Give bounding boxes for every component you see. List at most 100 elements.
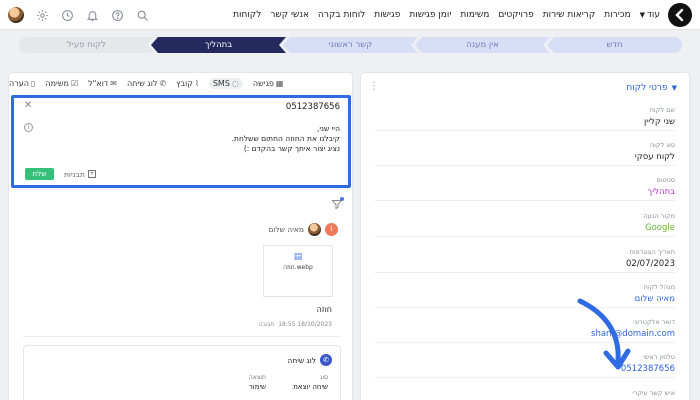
field-label: איש קשר עיקרי	[632, 389, 675, 397]
nav-service-calls[interactable]: קריאות שירות	[543, 10, 596, 20]
call-result-label: תוצאה	[248, 374, 266, 381]
mail-icon: ✉	[110, 78, 117, 88]
field-label: דואר אלקטרוני	[633, 318, 675, 326]
field-value: בתהליך	[647, 187, 675, 197]
file-attachment-card[interactable]: ▤ חוזה.webp	[263, 245, 333, 297]
activity-entry-header: ⌇ מאיה שלום	[268, 223, 338, 236]
message-line: היי שני,	[316, 124, 340, 133]
nav-customers[interactable]: לקוחות	[233, 10, 261, 20]
close-icon[interactable]: ✕	[24, 100, 32, 111]
tab-file[interactable]: ⌇ קובץ	[176, 79, 199, 88]
stage-in-progress[interactable]: בתהליך	[151, 37, 286, 53]
bell-icon[interactable]	[85, 8, 99, 22]
reply-link[interactable]: תגובה	[259, 321, 274, 328]
field-label: טלפון ראשי	[643, 353, 675, 361]
app-logo[interactable]	[668, 3, 692, 27]
send-button[interactable]: שלח	[25, 168, 54, 180]
phone-icon: ✆	[320, 354, 332, 366]
entry-meta: 18/10/2023 18:55 תגובה	[259, 321, 332, 328]
field-customer-name[interactable]: שם לקוח שני קליין	[375, 106, 675, 131]
field-status[interactable]: סטטוס בתהליך	[375, 176, 675, 201]
file-name: חוזה.webp	[283, 264, 313, 271]
document-icon: ▤	[293, 252, 303, 262]
stage-active-customer[interactable]: לקוח פעיל	[19, 37, 154, 53]
field-join-date[interactable]: תאריך הצטרפות 02/07/2023	[375, 248, 675, 273]
main-nav: לקוחות אנשי קשר לוחות בקרה פגישות יומן פ…	[233, 0, 660, 30]
call-log-card[interactable]: ✆ לוג שיחה סוג תוצאה שיחה יוצאת שימור	[23, 345, 341, 400]
phone-icon: ✆	[159, 78, 167, 88]
message-line: נציג יצור איתך קשר בהקדם :)	[243, 144, 340, 153]
search-icon[interactable]	[135, 8, 149, 22]
stage-initial-contact[interactable]: קשר ראשוני	[283, 37, 418, 53]
message-line: קיבלנו את החוזה החתום ששלחת.	[231, 134, 340, 143]
tab-label: דוא"ל	[88, 78, 109, 88]
top-icons	[8, 0, 149, 30]
nav-projects[interactable]: פרויקטים	[498, 10, 533, 20]
details-header[interactable]: ▼ פרטי לקוח	[626, 81, 677, 95]
help-icon[interactable]	[110, 8, 124, 22]
field-label: תאריך הצטרפות	[629, 248, 675, 256]
logo-icon	[675, 8, 684, 22]
field-value: Google	[645, 223, 675, 233]
chat-icon: ◌	[231, 78, 239, 88]
field-source[interactable]: מקור הגעה Google	[375, 212, 675, 237]
tab-label: פגישה	[252, 78, 274, 88]
field-main-contact[interactable]: איש קשר עיקרי	[375, 389, 675, 400]
call-log-title: לוג שיחה	[287, 355, 316, 365]
task-icon: ☑	[70, 78, 79, 88]
paperclip-icon: ⌇	[194, 78, 199, 88]
field-label: שם לקוח	[649, 106, 675, 114]
tab-label: קובץ	[176, 78, 193, 88]
sms-composer[interactable]: 0512387656 ✕ i היי שני, קיבלנו את החוזה …	[11, 95, 351, 188]
entry-title: חוזה	[316, 305, 332, 314]
recipient-phone[interactable]: 0512387656	[286, 102, 340, 112]
tab-task[interactable]: ☑ משימה	[45, 79, 78, 88]
tab-note[interactable]: ▯ הערה	[9, 79, 35, 88]
field-label: סוג לקוח	[649, 141, 675, 149]
info-icon[interactable]: i	[24, 123, 33, 132]
field-value: shani@domain.com	[591, 329, 675, 339]
clock-icon[interactable]	[60, 8, 74, 22]
nav-more[interactable]: עוד▼	[640, 10, 660, 20]
nav-dashboards[interactable]: לוחות בקרה	[318, 10, 365, 20]
field-email[interactable]: דואר אלקטרוני shani@domain.com	[375, 318, 675, 343]
divider	[23, 336, 341, 337]
chevron-down-icon: ▼	[671, 84, 677, 92]
tab-call-log[interactable]: ✆ לוג שיחה	[127, 79, 166, 88]
nav-more-label: עוד	[647, 10, 660, 20]
details-title: פרטי לקוח	[626, 83, 668, 93]
calendar-icon: ▦	[275, 78, 284, 88]
more-options-icon[interactable]: ⋮	[369, 81, 379, 92]
stage-new[interactable]: חדש	[547, 37, 682, 53]
call-type-label: סוג	[319, 374, 328, 381]
chevron-down-icon: ▼	[639, 11, 645, 19]
nav-sales[interactable]: מכירות	[604, 10, 630, 20]
tab-sms[interactable]: ◌ SMS	[208, 77, 243, 89]
call-log-header: ✆ לוג שיחה	[287, 354, 332, 366]
tab-label: לוג שיחה	[126, 78, 158, 88]
filter-active-dot	[340, 197, 344, 201]
field-main-phone[interactable]: טלפון ראשי 0512387656	[375, 353, 675, 378]
templates-button[interactable]: תבניות +	[64, 168, 96, 180]
author-avatar	[308, 223, 321, 236]
tab-email[interactable]: ✉ דוא"ל	[88, 79, 117, 88]
nav-meetings[interactable]: פגישות	[374, 10, 400, 20]
nav-contacts[interactable]: אנשי קשר	[270, 10, 309, 20]
gear-icon[interactable]	[35, 8, 49, 22]
field-account-manager[interactable]: מנהל לקוח מאיה שלום	[375, 283, 675, 308]
call-result-value: שימור	[248, 383, 266, 391]
nav-calendar[interactable]: יומן פגישות	[409, 10, 451, 20]
entry-author: מאיה שלום	[268, 225, 304, 234]
activity-tabs: ▯ הערה ☑ משימה ✉ דוא"ל ✆ לוג שיחה ⌇ קובץ…	[9, 73, 354, 93]
call-type-value: שיחה יוצאת	[293, 383, 328, 391]
field-customer-type[interactable]: סוג לקוח לקוח עסקי	[375, 141, 675, 166]
status-pipeline: חדש אין מענה קשר ראשוני בתהליך לקוח פעיל	[22, 37, 682, 53]
stage-no-answer[interactable]: אין מענה	[415, 37, 550, 53]
tab-meeting[interactable]: ▦ פגישה	[253, 79, 284, 88]
call-log-fields: סוג תוצאה שיחה יוצאת שימור	[196, 374, 328, 391]
customer-details-panel: ▼ פרטי לקוח ⋮ שם לקוח שני קליין סוג לקוח…	[360, 72, 690, 400]
user-avatar[interactable]	[8, 7, 24, 23]
sms-message-textarea[interactable]: היי שני, קיבלנו את החוזה החתום ששלחת. נצ…	[80, 124, 340, 154]
nav-tasks[interactable]: משימות	[460, 10, 489, 20]
tab-label: SMS	[212, 78, 230, 88]
